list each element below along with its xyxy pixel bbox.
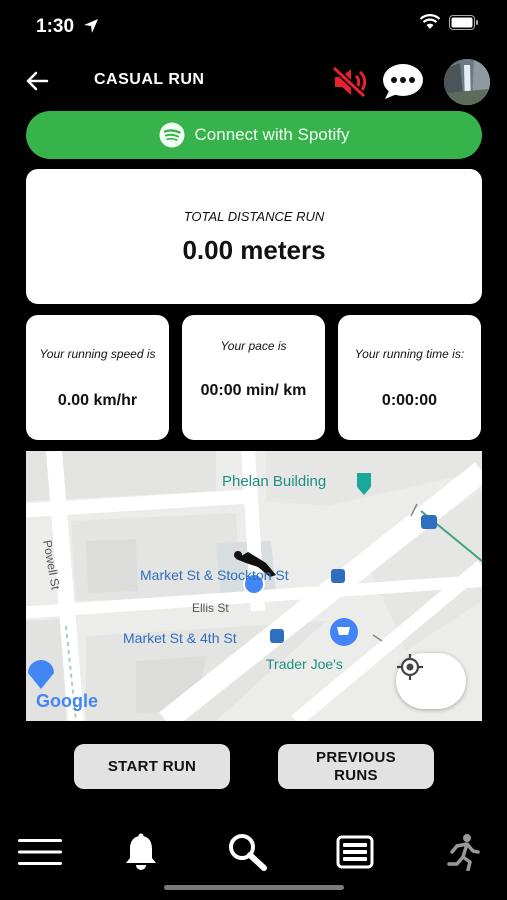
speed-value: 0.00 km/hr: [57, 392, 138, 409]
header: CASUAL RUN: [0, 58, 507, 105]
distance-card: TOTAL DISTANCE RUN 0.00 meters: [26, 169, 482, 304]
speed-label: Your running speed is: [39, 347, 156, 361]
volume-mute-icon: [331, 65, 367, 99]
status-bar: 1:30: [0, 0, 507, 52]
menu-icon: [18, 839, 62, 865]
search-icon: [229, 834, 267, 871]
avatar[interactable]: [444, 59, 490, 105]
page-title: CASUAL RUN: [94, 71, 205, 88]
battery-icon: [449, 14, 478, 30]
distance-label: TOTAL DISTANCE RUN: [183, 209, 325, 224]
bell-icon: [126, 833, 156, 870]
chat-bubble-icon: [383, 64, 423, 99]
map[interactable]: Phelan Building Market St & Stockton St …: [26, 451, 482, 721]
wifi-icon: [419, 14, 441, 29]
bottom-nav: [0, 826, 507, 878]
location-arrow-icon: [84, 19, 98, 33]
runner-icon: [447, 834, 480, 871]
spotify-label: Connect with Spotify: [194, 125, 350, 144]
map-label-trader-joes[interactable]: Trader Joe's: [266, 656, 343, 672]
avatar-image: [444, 59, 490, 105]
nav-menu[interactable]: [14, 826, 66, 878]
time-card: Your running time is: 0:00:00: [338, 315, 481, 440]
nav-run[interactable]: [437, 826, 489, 878]
pace-card: Your pace is 00:00 min/ km: [182, 315, 325, 440]
chat-button[interactable]: [381, 61, 425, 101]
spotify-icon: [159, 122, 185, 148]
recenter-button[interactable]: [396, 653, 466, 709]
pace-label: Your pace is: [220, 339, 287, 353]
previous-runs-button[interactable]: PREVIOUS RUNS: [278, 744, 434, 789]
arrow-left-icon: [26, 71, 49, 91]
google-logo: Google: [36, 691, 98, 712]
map-label-market-stockton[interactable]: Market St & Stockton St: [140, 567, 289, 583]
crosshair-icon: [397, 654, 423, 680]
nav-search[interactable]: [222, 826, 274, 878]
map-label-phelan[interactable]: Phelan Building: [222, 473, 326, 490]
start-run-button[interactable]: START RUN: [74, 744, 230, 789]
map-label-ellis: Ellis St: [192, 601, 229, 615]
list-icon: [336, 835, 374, 869]
status-time: 1:30: [36, 16, 75, 37]
connect-spotify-button[interactable]: Connect with Spotify: [26, 111, 482, 159]
google-logo-text: Google: [36, 691, 98, 711]
speed-card: Your running speed is 0.00 km/hr: [26, 315, 169, 440]
map-label-market-4th[interactable]: Market St & 4th St: [123, 630, 237, 646]
pace-value: 00:00 min/ km: [200, 382, 307, 399]
time-label: Your running time is:: [354, 347, 465, 361]
back-button[interactable]: [22, 66, 52, 96]
distance-value: 0.00 meters: [182, 235, 326, 265]
nav-notifications[interactable]: [115, 826, 167, 878]
mute-button[interactable]: [330, 62, 370, 102]
time-value: 0:00:00: [381, 392, 438, 409]
home-indicator: [164, 885, 344, 890]
nav-feed[interactable]: [329, 826, 381, 878]
